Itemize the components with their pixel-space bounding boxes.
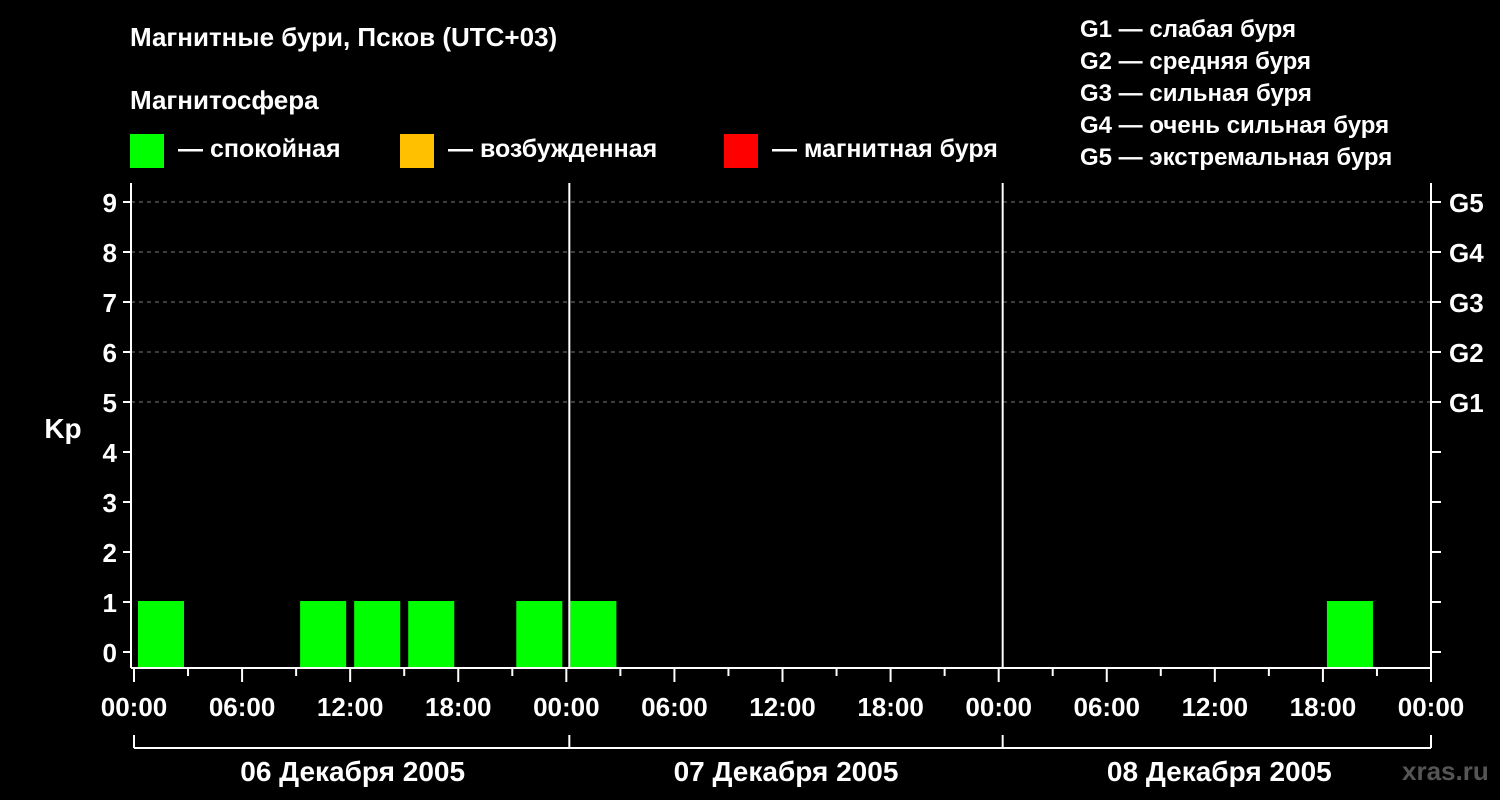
right-axis-label-g1: G1 <box>1449 388 1484 418</box>
y-tick-label: 6 <box>103 338 117 368</box>
x-tick-label: 00:00 <box>101 692 168 722</box>
day-label: 07 Декабря 2005 <box>674 756 899 787</box>
kp-bar <box>570 601 617 668</box>
y-tick-label: 2 <box>103 538 117 568</box>
y-tick-label: 3 <box>103 488 117 518</box>
y-tick-label: 8 <box>103 238 117 268</box>
right-axis-label-g5: G5 <box>1449 188 1484 218</box>
y-tick-label: 5 <box>103 388 117 418</box>
x-tick-label: 12:00 <box>749 692 816 722</box>
x-tick-label: 18:00 <box>857 692 924 722</box>
x-tick-label: 06:00 <box>1074 692 1141 722</box>
x-tick-label: 00:00 <box>533 692 600 722</box>
y-tick-label: 0 <box>103 638 117 668</box>
kp-bar <box>516 601 563 668</box>
kp-bar <box>1326 601 1373 668</box>
kp-bar <box>138 601 185 668</box>
kp-bar <box>300 601 347 668</box>
kp-bar <box>354 601 401 668</box>
right-axis-label-g4: G4 <box>1449 238 1484 268</box>
y-tick-label: 1 <box>103 588 117 618</box>
x-tick-label: 00:00 <box>1398 692 1465 722</box>
x-tick-label: 18:00 <box>1290 692 1357 722</box>
kp-chart: 0 1 2 3 4 5 6 7 8 9 G1 G2 G3 G4 G5 Kp 00:00 06:00 12:00 18:… <box>44 183 1484 787</box>
y-tick-label: 4 <box>103 438 118 468</box>
x-tick-label: 12:00 <box>317 692 384 722</box>
x-tick-label: 12:00 <box>1182 692 1249 722</box>
x-tick-label: 06:00 <box>209 692 276 722</box>
y-tick-label: 9 <box>103 188 117 218</box>
kp-bar <box>408 601 455 668</box>
watermark: xras.ru <box>1402 756 1489 786</box>
y-tick-label: 7 <box>103 288 117 318</box>
right-axis-label-g2: G2 <box>1449 338 1484 368</box>
y-axis-label: Kp <box>44 413 81 444</box>
day-label: 08 Декабря 2005 <box>1107 756 1332 787</box>
right-axis-label-g3: G3 <box>1449 288 1484 318</box>
x-tick-label: 18:00 <box>425 692 492 722</box>
day-label: 06 Декабря 2005 <box>240 756 465 787</box>
x-tick-label: 00:00 <box>965 692 1032 722</box>
x-tick-label: 06:00 <box>641 692 708 722</box>
